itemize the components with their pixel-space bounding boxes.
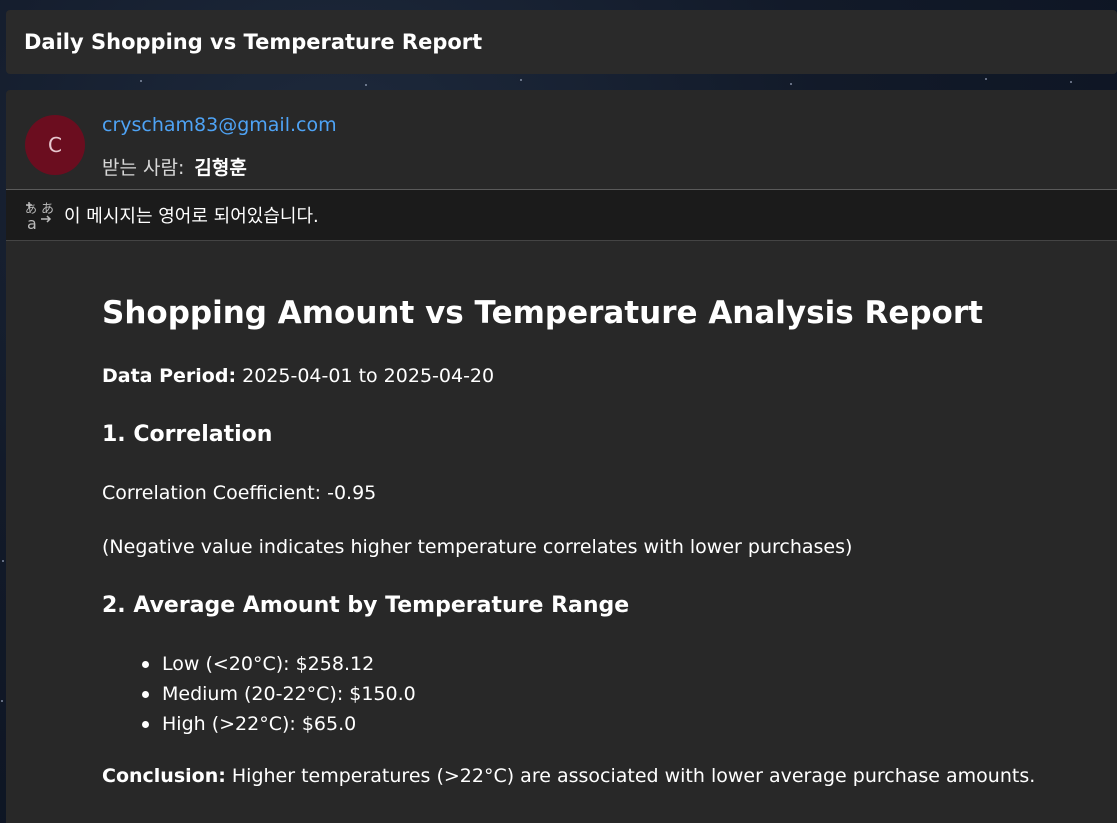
avatar[interactable]: C (25, 115, 85, 175)
correlation-note: (Negative value indicates higher tempera… (102, 536, 853, 558)
data-period: Data Period: 2025-04-01 to 2025-04-20 (102, 362, 494, 390)
subject-bar: Daily Shopping vs Temperature Report (6, 10, 1117, 74)
sender-email-link[interactable]: cryscham83@gmail.com (102, 114, 337, 136)
svg-text:a: a (27, 214, 37, 231)
conclusion: Conclusion: Higher temperatures (>22°C) … (102, 762, 1035, 790)
data-period-value: 2025-04-01 to 2025-04-20 (242, 365, 495, 387)
list-item: Medium (20-22°C): $150.0 (142, 679, 416, 709)
section-average-heading: 2. Average Amount by Temperature Range (102, 593, 630, 618)
translation-banner: あ a あ 이 메시지는 영어로 되어있습니다. (6, 189, 1117, 241)
data-period-label: Data Period: (102, 365, 237, 387)
sender-header: C cryscham83@gmail.com 받는 사람: 김형훈 (6, 90, 1117, 189)
email-panel: C cryscham83@gmail.com 받는 사람: 김형훈 あ a あ … (6, 90, 1117, 823)
recipient-name[interactable]: 김형훈 (194, 153, 246, 180)
conclusion-label: Conclusion: (102, 765, 226, 787)
email-subject: Daily Shopping vs Temperature Report (24, 30, 483, 54)
section-correlation-heading: 1. Correlation (102, 422, 273, 447)
temperature-range-list: Low (<20°C): $258.12 Medium (20-22°C): $… (142, 649, 416, 739)
translation-message: 이 메시지는 영어로 되어있습니다. (64, 206, 319, 227)
list-item: Low (<20°C): $258.12 (142, 649, 416, 679)
recipient-label: 받는 사람: (102, 157, 185, 179)
avatar-letter: C (48, 133, 62, 157)
email-body: Shopping Amount vs Temperature Analysis … (102, 241, 1092, 787)
conclusion-text: Higher temperatures (>22°C) are associat… (231, 765, 1036, 787)
recipient-line: 받는 사람: 김형훈 (102, 153, 247, 180)
translate-icon[interactable]: あ a あ (22, 198, 56, 232)
report-title: Shopping Amount vs Temperature Analysis … (102, 295, 983, 331)
correlation-coefficient: Correlation Coefficient: -0.95 (102, 482, 377, 504)
svg-text:あ: あ (41, 202, 54, 217)
list-item: High (>22°C): $65.0 (142, 709, 416, 739)
